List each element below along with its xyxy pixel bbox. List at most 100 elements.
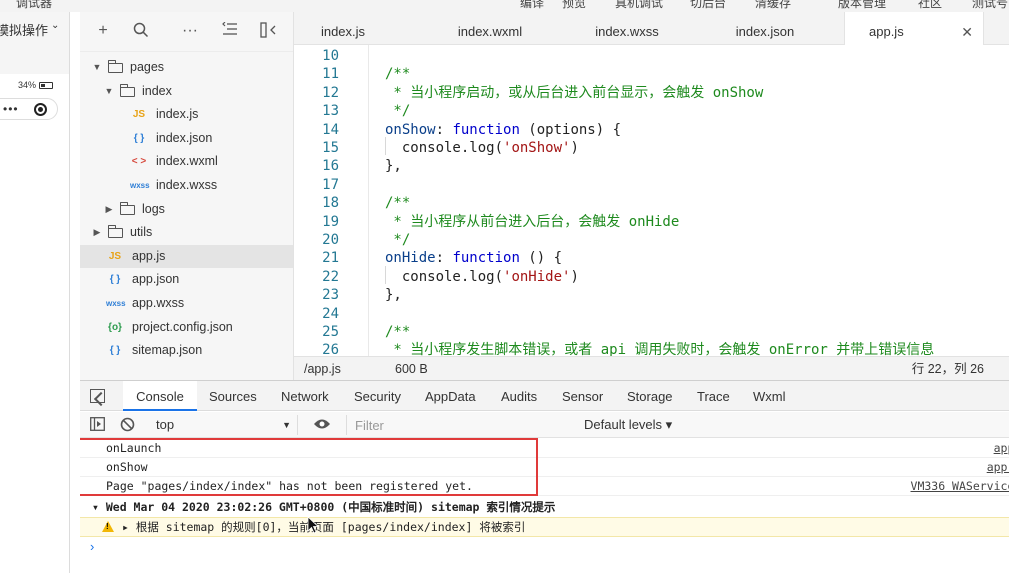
- code-text: /**: [385, 66, 411, 83]
- tab-sources[interactable]: Sources: [209, 381, 257, 411]
- tab-label: Console: [136, 389, 184, 404]
- tab-appdata[interactable]: AppData: [425, 381, 476, 411]
- line-number: 18: [322, 195, 339, 212]
- filter-input[interactable]: [346, 415, 576, 435]
- search-icon[interactable]: [132, 22, 150, 40]
- devtools-tabbar: Console Sources Network Security AppData…: [80, 381, 1009, 411]
- tab-audits[interactable]: Audits: [501, 381, 537, 411]
- tab-label: index.json: [735, 24, 795, 39]
- add-file-icon[interactable]: +: [94, 22, 112, 40]
- line-number: 24: [322, 305, 339, 322]
- wxss-file-icon: wxss: [130, 181, 150, 190]
- line-number: 17: [322, 176, 339, 193]
- preview-button[interactable]: 预览: [562, 0, 586, 11]
- code-line: 16},: [294, 157, 1009, 175]
- code-text: * 当小程序启动，或从后台进入前台显示，会触发 onShow: [385, 84, 764, 101]
- code-editor[interactable]: 10 11/** 12 * 当小程序启动，或从后台进入前台显示，会触发 onShow…: [294, 45, 1009, 356]
- file-explorer: + ··· ▼ pages ▼ index JS index.js { } index.jso…: [80, 12, 294, 380]
- tree-item-index[interactable]: ▼ index: [80, 80, 293, 103]
- code-line: 12 * 当小程序启动，或从后台进入前台显示，会触发 onShow: [294, 84, 1009, 102]
- tree-item-pages[interactable]: ▼ pages: [80, 56, 293, 79]
- eye-icon[interactable]: [313, 418, 331, 433]
- tree-item-label: app.wxss: [132, 296, 185, 310]
- tree-item-index-json[interactable]: { } index.json: [80, 127, 293, 150]
- tab-console[interactable]: Console: [123, 381, 197, 411]
- split-panel-icon[interactable]: [260, 22, 278, 40]
- tab-index-wxml[interactable]: index.wxml: [444, 12, 536, 45]
- console-group-header[interactable]: ▾ Wed Mar 04 2020 23:02:26 GMT+0800 (中国标…: [80, 498, 1009, 517]
- tree-item-index-wxss[interactable]: wxss index.wxss: [80, 174, 293, 197]
- tree-item-label: index.js: [156, 107, 199, 122]
- inspect-element-icon[interactable]: [90, 389, 105, 403]
- clear-cache-button[interactable]: 清缓存: [755, 0, 791, 11]
- more-dots-icon[interactable]: •••: [3, 103, 19, 115]
- log-source-link[interactable]: app.js:15: [987, 458, 1009, 477]
- clear-console-icon[interactable]: [120, 417, 135, 435]
- tree-item-app-js[interactable]: JS app.js: [80, 244, 293, 268]
- code-line: 13 */: [294, 102, 1009, 120]
- tab-trace[interactable]: Trace: [697, 381, 730, 411]
- simulator-panel: 模拟操作 ⌄ 34% •••: [0, 12, 70, 573]
- test-account-button[interactable]: 测试号: [972, 0, 1008, 11]
- tree-item-label: index: [142, 83, 172, 98]
- log-levels-dropdown[interactable]: Default levels ▾: [584, 415, 672, 435]
- tab-index-js[interactable]: index.js: [294, 12, 392, 45]
- tree-item-sitemap-json[interactable]: { } sitemap.json: [80, 339, 293, 362]
- tree-item-logs[interactable]: ▶ logs: [80, 198, 293, 221]
- log-source-link[interactable]: app.js:4: [994, 439, 1009, 458]
- simulate-operation-dropdown[interactable]: 模拟操作 ⌄: [0, 20, 69, 40]
- outdent-icon[interactable]: [221, 21, 239, 40]
- menu-capsule[interactable]: •••: [0, 98, 58, 120]
- chevron-down-icon[interactable]: ▼: [92, 56, 102, 79]
- tab-network[interactable]: Network: [281, 381, 329, 411]
- tree-item-app-json[interactable]: { } app.json: [80, 268, 293, 291]
- tree-item-app-wxss[interactable]: wxss app.wxss: [80, 292, 293, 315]
- tree-item-index-wxml[interactable]: < > index.wxml: [80, 150, 293, 173]
- tree-item-index-js[interactable]: JS index.js: [80, 103, 293, 126]
- wxml-file-icon: < >: [131, 156, 147, 168]
- tab-security[interactable]: Security: [354, 381, 401, 411]
- tab-sensor[interactable]: Sensor: [562, 381, 603, 411]
- chevron-right-icon[interactable]: ▶: [104, 198, 114, 221]
- tree-item-utils[interactable]: ▶ utils: [80, 221, 293, 244]
- remote-debug-button[interactable]: 真机调试: [615, 0, 663, 11]
- context-select[interactable]: top ▼: [150, 415, 298, 435]
- tree-item-label: index.json: [156, 130, 213, 145]
- chevron-down-icon[interactable]: ▼: [104, 80, 114, 103]
- tree-item-project-config-json[interactable]: {o} project.config.json: [80, 316, 293, 339]
- code-line: 11 /**: [294, 65, 1009, 83]
- community-button[interactable]: 社区: [918, 0, 942, 11]
- console-toolbar: top ▼ Default levels ▾: [80, 412, 1009, 438]
- status-battery: 34%: [18, 80, 54, 90]
- group-header-text: ▾ Wed Mar 04 2020 23:02:26 GMT+0800 (中国标…: [92, 500, 556, 514]
- version-button[interactable]: 版本管理: [838, 0, 886, 11]
- line-number: 26: [322, 342, 339, 356]
- line-number: 19: [322, 213, 339, 230]
- tab-index-wxss[interactable]: index.wxss: [581, 12, 673, 45]
- console-warning-row[interactable]: ▸ 根据 sitemap 的规则[0]，当前页面 [pages/index/in…: [80, 517, 1009, 537]
- code-text: onShow: function (options) {: [385, 121, 622, 138]
- tab-label: index.js: [320, 24, 366, 39]
- line-number: 13: [322, 103, 339, 120]
- line-number: 25: [322, 324, 339, 340]
- more-icon[interactable]: ···: [181, 22, 199, 40]
- code-line: 21 onHide: function () {: [294, 249, 1009, 267]
- compile-button[interactable]: 编译: [520, 0, 544, 11]
- js-file-icon: JS: [132, 109, 146, 121]
- close-circle-icon[interactable]: [34, 103, 47, 116]
- tree-item-label: logs: [142, 201, 165, 216]
- console-prompt[interactable]: ›: [90, 539, 94, 554]
- status-cursor-position: 行 22，列 26: [911, 362, 984, 376]
- chevron-right-icon[interactable]: ▶: [92, 221, 102, 244]
- toggle-sidebar-icon[interactable]: [90, 417, 105, 434]
- tab-storage[interactable]: Storage: [627, 381, 673, 411]
- tab-app-js[interactable]: app.js ✕: [844, 12, 984, 45]
- tab-wxml[interactable]: Wxml: [753, 381, 786, 411]
- tab-index-json[interactable]: index.json: [719, 12, 811, 45]
- explorer-toolbar: + ···: [80, 12, 293, 52]
- background-button[interactable]: 切后台: [690, 0, 726, 11]
- tree-item-label: app.json: [132, 272, 180, 287]
- log-source-link[interactable]: VM336 WAService.js:1: [911, 477, 1009, 496]
- folder-icon: [108, 225, 123, 239]
- phone-screen[interactable]: 34% •••: [0, 74, 69, 573]
